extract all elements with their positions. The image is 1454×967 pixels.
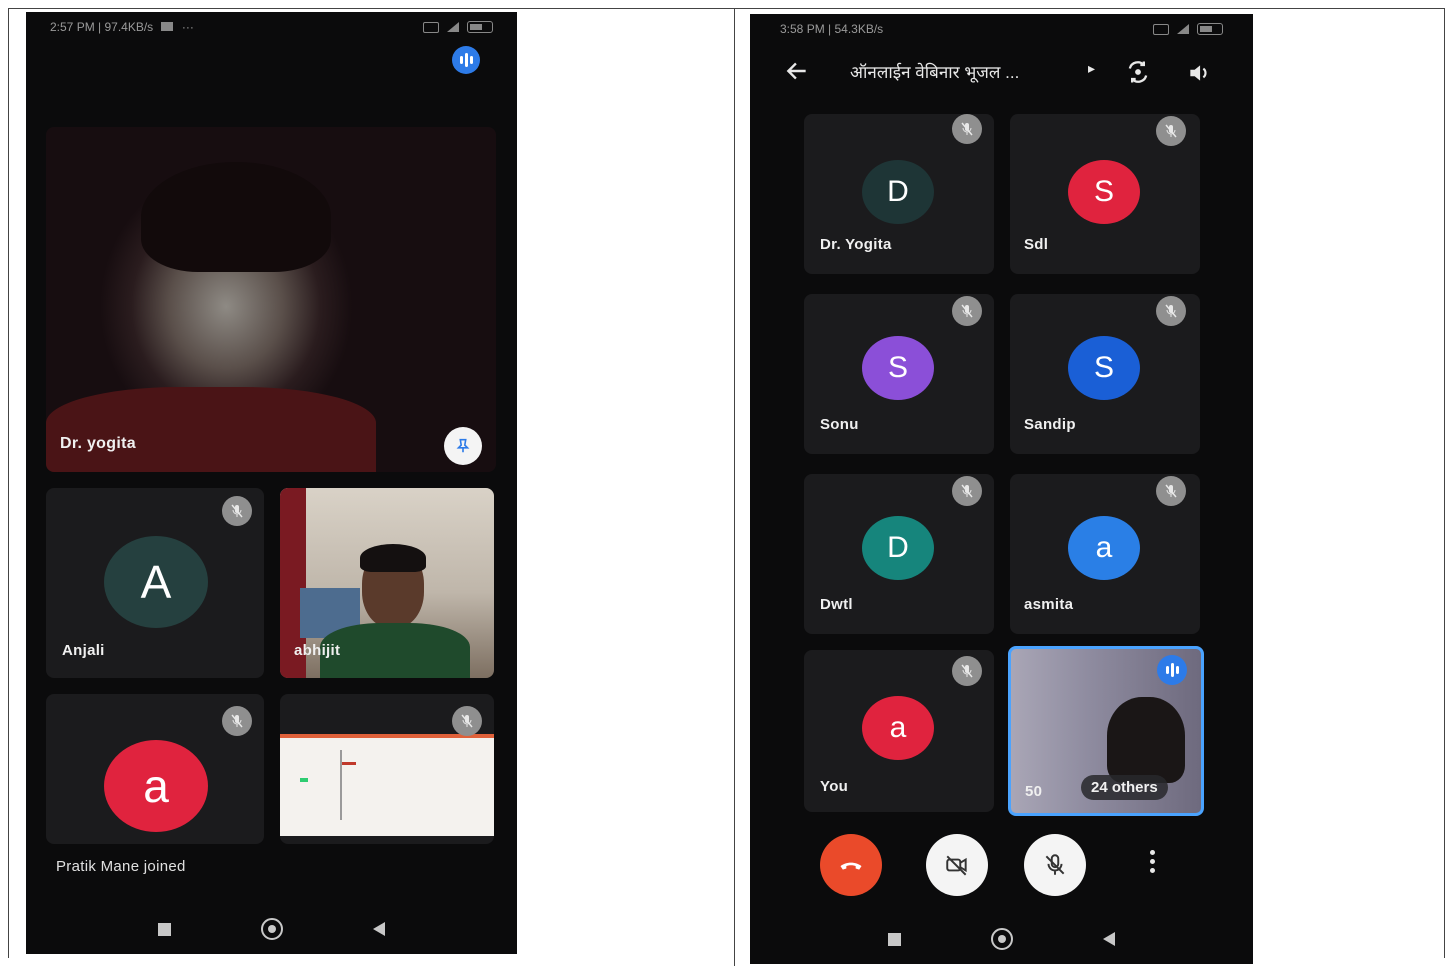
end-call-button[interactable] [820, 834, 882, 896]
participant-name: Sdl [1024, 236, 1049, 253]
muted-mic-icon [952, 296, 982, 326]
participant-tile-dr-yogita[interactable]: D Dr. Yogita [804, 114, 994, 274]
frame-divider [734, 8, 735, 966]
muted-mic-icon [452, 706, 482, 736]
recents-button[interactable] [888, 932, 901, 946]
participant-name: Sandip [1024, 416, 1076, 433]
others-count-badge: 24 others [1081, 775, 1168, 800]
avatar-asmita: a [1068, 516, 1140, 580]
mic-off-button[interactable] [1024, 834, 1086, 896]
participant-name-abhijit: abhijit [294, 642, 341, 659]
battery-icon [1197, 23, 1223, 35]
participant-name-anjali: Anjali [62, 642, 105, 659]
participant-tile-sandip[interactable]: S Sandip [1010, 294, 1200, 454]
right-phone-screen: 3:58 PM | 54.3KB/s ऑनलाईन वेबिनार भूजल .… [750, 14, 1253, 964]
signal-icon [1177, 24, 1189, 34]
person-hair [360, 544, 426, 572]
muted-mic-icon [952, 476, 982, 506]
back-button[interactable] [1103, 932, 1115, 946]
meeting-title[interactable]: ऑनलाईन वेबिनार भूजल ... [850, 60, 1080, 83]
self-tile[interactable]: a You [804, 650, 994, 812]
speaker-hair [141, 162, 331, 272]
android-nav-bar [750, 928, 1253, 950]
muted-mic-icon [1156, 476, 1186, 506]
participant-name: Sonu [820, 416, 859, 433]
left-phone-screen: 2:57 PM | 97.4KB/s ··· Dr. yogita A Anja… [26, 12, 517, 954]
avatar-dr-yogita: D [862, 160, 934, 224]
recents-button[interactable] [158, 922, 171, 936]
muted-mic-icon [952, 114, 982, 144]
avatar-sonu: S [862, 336, 934, 400]
muted-mic-icon [952, 656, 982, 686]
participant-tile-asmita[interactable]: a asmita [1010, 474, 1200, 634]
speaker-shoulders [46, 387, 376, 472]
status-extra: ··· [181, 20, 194, 34]
avatar-sdl: S [1068, 160, 1140, 224]
avatar-anjali: A [104, 536, 208, 628]
avatar-self: a [862, 696, 934, 760]
frame-left [8, 8, 9, 958]
others-tile[interactable]: 50 24 others [1008, 646, 1204, 816]
person-body [320, 623, 470, 678]
avatar-dwtl: D [862, 516, 934, 580]
main-speaker-name: Dr. yogita [60, 435, 136, 452]
back-button[interactable] [373, 922, 385, 936]
muted-mic-icon [222, 496, 252, 526]
android-nav-bar [26, 918, 517, 940]
camera-off-button[interactable] [926, 834, 988, 896]
avatar-a: a [104, 740, 208, 832]
participant-name: You [820, 778, 849, 795]
muted-mic-icon [222, 706, 252, 736]
home-button[interactable] [261, 918, 283, 940]
message-icon [160, 22, 173, 31]
sim-icon [423, 21, 439, 33]
participant-tile-a[interactable]: a [46, 694, 264, 844]
audio-wave-icon [1157, 655, 1187, 685]
muted-mic-icon [1156, 296, 1186, 326]
participant-name: Dwtl [820, 596, 853, 613]
participant-tile-anjali[interactable]: A Anjali [46, 488, 264, 678]
back-arrow-icon[interactable] [784, 58, 812, 82]
participant-name: asmita [1024, 596, 1074, 613]
speaker-volume-icon[interactable] [1186, 60, 1214, 88]
home-button[interactable] [991, 928, 1013, 950]
participant-tile-dwtl[interactable]: D Dwtl [804, 474, 994, 634]
others-person [1107, 697, 1185, 783]
signal-icon [447, 22, 459, 32]
frame-right [1444, 8, 1445, 958]
status-bar: 2:57 PM | 97.4KB/s ··· [50, 18, 493, 36]
join-toast: Pratik Mane joined [56, 858, 186, 875]
muted-mic-icon [1156, 116, 1186, 146]
title-expand-arrow[interactable]: ▸ [1088, 60, 1095, 77]
avatar-sandip: S [1068, 336, 1140, 400]
more-options-icon[interactable] [1142, 850, 1162, 880]
status-time: 3:58 PM | 54.3KB/s [780, 22, 884, 36]
others-partial-label: 50 [1025, 783, 1043, 800]
screen-share-tile[interactable] [280, 694, 494, 844]
shared-screen [280, 734, 494, 836]
participant-tile-sdl[interactable]: S Sdl [1010, 114, 1200, 274]
audio-wave-icon [452, 46, 480, 74]
participant-name: Dr. Yogita [820, 236, 892, 253]
participant-tile-sonu[interactable]: S Sonu [804, 294, 994, 454]
participant-video-abhijit[interactable]: abhijit [280, 488, 494, 678]
main-speaker-video[interactable]: Dr. yogita [46, 127, 496, 472]
frame-top [8, 8, 1444, 9]
status-bar: 3:58 PM | 54.3KB/s [780, 20, 1223, 38]
battery-icon [467, 21, 493, 33]
sim-icon [1153, 23, 1169, 35]
pin-icon[interactable] [444, 427, 482, 465]
status-time: 2:57 PM | 97.4KB/s [50, 20, 154, 34]
switch-camera-icon[interactable] [1124, 58, 1154, 88]
